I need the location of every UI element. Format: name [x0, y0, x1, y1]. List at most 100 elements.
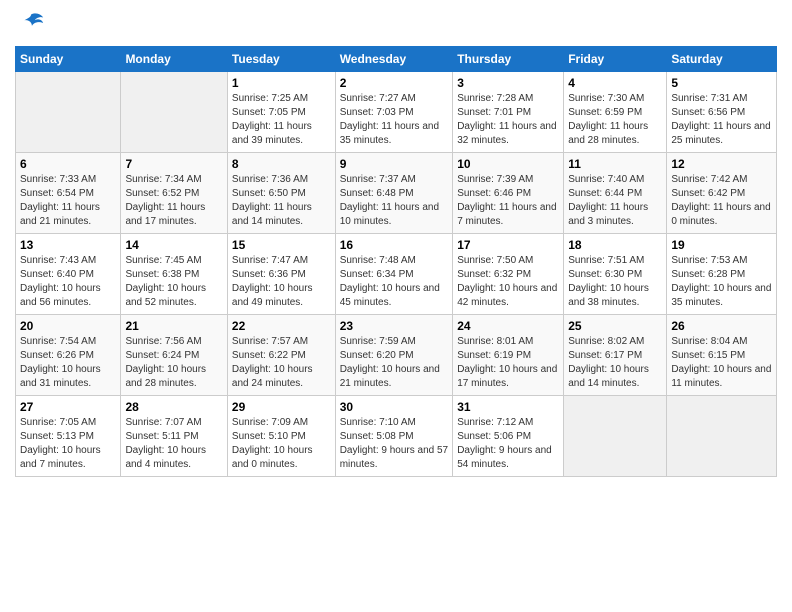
day-number: 9 [340, 157, 449, 171]
day-cell [667, 396, 777, 477]
day-number: 10 [457, 157, 559, 171]
header [15, 10, 777, 38]
day-number: 31 [457, 400, 559, 414]
day-cell: 20 Sunrise: 7:54 AMSunset: 6:26 PMDayligh… [16, 315, 121, 396]
day-cell: 24 Sunrise: 8:01 AMSunset: 6:19 PMDayligh… [453, 315, 564, 396]
day-info: Sunrise: 7:09 AMSunset: 5:10 PMDaylight:… [232, 416, 331, 472]
day-info: Sunrise: 7:33 AMSunset: 6:54 PMDaylight:… [20, 173, 116, 229]
day-number: 27 [20, 400, 116, 414]
day-info: Sunrise: 7:59 AMSunset: 6:20 PMDaylight:… [340, 335, 449, 391]
day-info: Sunrise: 7:45 AMSunset: 6:38 PMDaylight:… [125, 254, 222, 310]
day-number: 29 [232, 400, 331, 414]
logo [15, 10, 45, 38]
day-number: 19 [671, 238, 772, 252]
day-cell: 25Sunrise: 8:02 AMSunset: 6:17 PMDayligh… [564, 315, 667, 396]
day-cell: 18Sunrise: 7:51 AMSunset: 6:30 PMDayligh… [564, 234, 667, 315]
day-number: 3 [457, 76, 559, 90]
day-info: Sunrise: 7:07 AMSunset: 5:11 PMDaylight:… [125, 416, 222, 472]
day-number: 15 [232, 238, 331, 252]
day-info: Sunrise: 7:43 AMSunset: 6:40 PMDaylight:… [20, 254, 116, 310]
day-info: Sunrise: 7:50 AMSunset: 6:32 PMDaylight:… [457, 254, 559, 310]
day-info: Sunrise: 7:12 AMSunset: 5:06 PMDaylight:… [457, 416, 559, 472]
col-saturday: Saturday [667, 47, 777, 72]
day-number: 2 [340, 76, 449, 90]
day-info: Sunrise: 7:56 AMSunset: 6:24 PMDaylight:… [125, 335, 222, 391]
col-tuesday: Tuesday [227, 47, 335, 72]
day-cell: 2 Sunrise: 7:27 AMSunset: 7:03 PMDaylight… [335, 72, 453, 153]
day-info: Sunrise: 7:37 AMSunset: 6:48 PMDaylight:… [340, 173, 449, 229]
day-info: Sunrise: 8:04 AMSunset: 6:15 PMDaylight:… [671, 335, 772, 391]
day-info: Sunrise: 7:10 AMSunset: 5:08 PMDaylight:… [340, 416, 449, 472]
day-number: 18 [568, 238, 662, 252]
day-cell: 19 Sunrise: 7:53 AMSunset: 6:28 PMDayligh… [667, 234, 777, 315]
day-number: 6 [20, 157, 116, 171]
day-info: Sunrise: 7:47 AMSunset: 6:36 PMDaylight:… [232, 254, 331, 310]
week-row-1: 1 Sunrise: 7:25 AMSunset: 7:05 PMDaylight… [16, 72, 777, 153]
day-cell: 9 Sunrise: 7:37 AMSunset: 6:48 PMDaylight… [335, 153, 453, 234]
day-info: Sunrise: 7:31 AMSunset: 6:56 PMDaylight:… [671, 92, 772, 148]
week-row-2: 6 Sunrise: 7:33 AMSunset: 6:54 PMDaylight… [16, 153, 777, 234]
day-cell: 28 Sunrise: 7:07 AMSunset: 5:11 PMDayligh… [121, 396, 227, 477]
day-info: Sunrise: 7:36 AMSunset: 6:50 PMDaylight:… [232, 173, 331, 229]
day-cell: 15 Sunrise: 7:47 AMSunset: 6:36 PMDayligh… [227, 234, 335, 315]
col-wednesday: Wednesday [335, 47, 453, 72]
day-info: Sunrise: 7:28 AMSunset: 7:01 PMDaylight:… [457, 92, 559, 148]
week-row-4: 20 Sunrise: 7:54 AMSunset: 6:26 PMDayligh… [16, 315, 777, 396]
day-info: Sunrise: 7:30 AMSunset: 6:59 PMDaylight:… [568, 92, 662, 148]
day-number: 17 [457, 238, 559, 252]
day-cell: 5 Sunrise: 7:31 AMSunset: 6:56 PMDaylight… [667, 72, 777, 153]
day-cell: 1 Sunrise: 7:25 AMSunset: 7:05 PMDaylight… [227, 72, 335, 153]
day-number: 11 [568, 157, 662, 171]
week-row-5: 27 Sunrise: 7:05 AMSunset: 5:13 PMDayligh… [16, 396, 777, 477]
day-cell: 6 Sunrise: 7:33 AMSunset: 6:54 PMDaylight… [16, 153, 121, 234]
day-cell: 8 Sunrise: 7:36 AMSunset: 6:50 PMDaylight… [227, 153, 335, 234]
calendar-table: Sunday Monday Tuesday Wednesday Thursday… [15, 46, 777, 477]
day-cell: 16 Sunrise: 7:48 AMSunset: 6:34 PMDayligh… [335, 234, 453, 315]
col-sunday: Sunday [16, 47, 121, 72]
day-info: Sunrise: 7:42 AMSunset: 6:42 PMDaylight:… [671, 173, 772, 229]
day-number: 28 [125, 400, 222, 414]
day-cell: 13 Sunrise: 7:43 AMSunset: 6:40 PMDayligh… [16, 234, 121, 315]
day-cell: 29 Sunrise: 7:09 AMSunset: 5:10 PMDayligh… [227, 396, 335, 477]
day-number: 23 [340, 319, 449, 333]
day-cell: 7 Sunrise: 7:34 AMSunset: 6:52 PMDaylight… [121, 153, 227, 234]
day-info: Sunrise: 7:53 AMSunset: 6:28 PMDaylight:… [671, 254, 772, 310]
day-info: Sunrise: 7:25 AMSunset: 7:05 PMDaylight:… [232, 92, 331, 148]
day-info: Sunrise: 8:01 AMSunset: 6:19 PMDaylight:… [457, 335, 559, 391]
day-number: 26 [671, 319, 772, 333]
day-number: 20 [20, 319, 116, 333]
day-info: Sunrise: 7:48 AMSunset: 6:34 PMDaylight:… [340, 254, 449, 310]
day-number: 8 [232, 157, 331, 171]
day-number: 16 [340, 238, 449, 252]
day-cell: 11 Sunrise: 7:40 AMSunset: 6:44 PMDayligh… [564, 153, 667, 234]
day-info: Sunrise: 7:39 AMSunset: 6:46 PMDaylight:… [457, 173, 559, 229]
day-cell: 30Sunrise: 7:10 AMSunset: 5:08 PMDayligh… [335, 396, 453, 477]
day-number: 12 [671, 157, 772, 171]
col-friday: Friday [564, 47, 667, 72]
day-cell: 14Sunrise: 7:45 AMSunset: 6:38 PMDayligh… [121, 234, 227, 315]
day-number: 13 [20, 238, 116, 252]
logo-bird-icon [17, 10, 45, 38]
day-number: 24 [457, 319, 559, 333]
day-cell: 12 Sunrise: 7:42 AMSunset: 6:42 PMDayligh… [667, 153, 777, 234]
day-cell: 3 Sunrise: 7:28 AMSunset: 7:01 PMDaylight… [453, 72, 564, 153]
day-cell: 17 Sunrise: 7:50 AMSunset: 6:32 PMDayligh… [453, 234, 564, 315]
day-cell: 27 Sunrise: 7:05 AMSunset: 5:13 PMDayligh… [16, 396, 121, 477]
day-cell: 23 Sunrise: 7:59 AMSunset: 6:20 PMDayligh… [335, 315, 453, 396]
day-info: Sunrise: 7:34 AMSunset: 6:52 PMDaylight:… [125, 173, 222, 229]
day-info: Sunrise: 7:27 AMSunset: 7:03 PMDaylight:… [340, 92, 449, 148]
day-info: Sunrise: 7:40 AMSunset: 6:44 PMDaylight:… [568, 173, 662, 229]
day-info: Sunrise: 8:02 AMSunset: 6:17 PMDaylight:… [568, 335, 662, 391]
day-cell: 21Sunrise: 7:56 AMSunset: 6:24 PMDayligh… [121, 315, 227, 396]
day-cell [564, 396, 667, 477]
day-number: 4 [568, 76, 662, 90]
day-cell [16, 72, 121, 153]
day-cell [121, 72, 227, 153]
day-number: 7 [125, 157, 222, 171]
day-info: Sunrise: 7:54 AMSunset: 6:26 PMDaylight:… [20, 335, 116, 391]
day-number: 1 [232, 76, 331, 90]
day-info: Sunrise: 7:05 AMSunset: 5:13 PMDaylight:… [20, 416, 116, 472]
day-number: 5 [671, 76, 772, 90]
header-row: Sunday Monday Tuesday Wednesday Thursday… [16, 47, 777, 72]
col-monday: Monday [121, 47, 227, 72]
